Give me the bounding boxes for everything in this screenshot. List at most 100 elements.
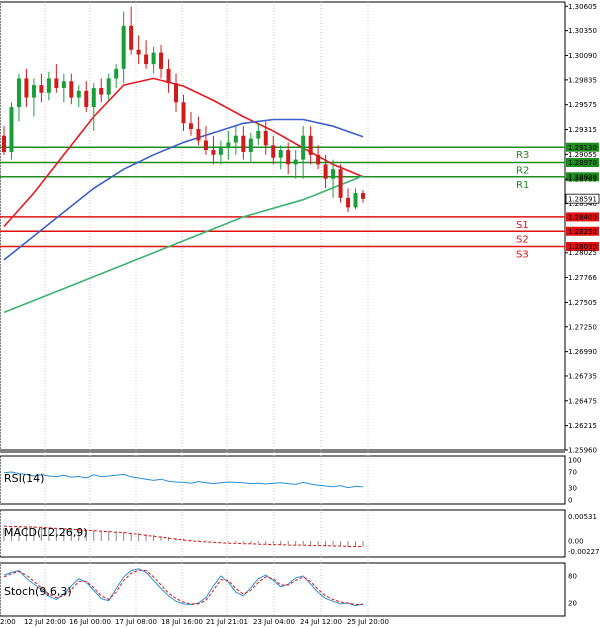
candle-body — [286, 150, 291, 165]
candle-body — [338, 169, 343, 198]
candle-body — [46, 78, 51, 93]
candle-body — [181, 102, 186, 124]
candle-body — [136, 49, 141, 55]
candle-body — [76, 90, 81, 98]
level-price-label-r2: 1.28970 — [568, 159, 597, 167]
time-tick-label: 25 Jul 20:00 — [347, 618, 389, 626]
candle-body — [16, 78, 21, 108]
price-tick-label: 1.30605 — [568, 3, 597, 11]
candle-body — [226, 142, 231, 149]
moving-average-line-3 — [3, 175, 364, 314]
time-tick-label: 24 Jul 12:00 — [300, 618, 342, 626]
level-name-r2: R2 — [516, 165, 529, 176]
level-price-label-s1: 1.28400 — [568, 214, 597, 222]
candle-body — [99, 87, 104, 95]
candle-body — [129, 25, 134, 50]
price-tick-label: 1.30090 — [568, 52, 597, 60]
candle-body — [159, 52, 164, 69]
indicator-tick-label: -0.002275 — [568, 548, 600, 556]
indicator-label-2: MACD(12,26,9) — [4, 526, 88, 539]
indicator-tick-label: 0.00531 — [568, 513, 597, 521]
indicator-label-3: Stoch(9,6,3) — [4, 585, 72, 598]
candle-body — [91, 87, 96, 108]
level-name-s1: S1 — [516, 220, 529, 231]
candle-body — [278, 150, 283, 158]
candle-body — [211, 150, 216, 155]
last-price-label: 1.28591 — [568, 195, 597, 203]
candle-body — [256, 130, 261, 139]
price-tick-label: 1.29835 — [568, 76, 597, 84]
price-tick-label: 1.25960 — [568, 447, 597, 455]
candle-body — [84, 90, 89, 108]
candle-body — [293, 159, 298, 165]
candle-body — [106, 78, 111, 95]
candle-body — [218, 148, 223, 155]
candlesticks — [2, 6, 365, 213]
candle-body — [174, 83, 179, 103]
price-tick-label: 1.26990 — [568, 348, 597, 356]
price-tick-label: 1.28795 — [568, 176, 597, 184]
indicator-tick-label: 20 — [568, 600, 577, 608]
indicator-pane-frame-3 — [0, 562, 566, 617]
main-pane-frame — [0, 1, 566, 451]
time-tick-label: 16 Jul 00:00 — [69, 618, 111, 626]
price-tick-label: 1.26475 — [568, 397, 597, 405]
price-tick-label: 1.26735 — [568, 372, 597, 380]
candle-body — [39, 85, 44, 93]
time-tick-label: 2:00 — [0, 618, 16, 626]
indicator-label-1: RSI(14) — [4, 472, 44, 485]
candle-body — [241, 135, 246, 152]
price-tick-label: 1.28025 — [568, 249, 597, 257]
price-tick-label: 1.26215 — [568, 422, 597, 430]
candle-body — [121, 25, 126, 69]
candle-body — [203, 140, 208, 151]
candle-body — [361, 193, 365, 199]
time-tick-label: 18 Jul 16:00 — [161, 618, 203, 626]
time-tick-label: 23 Jul 04:00 — [253, 618, 295, 626]
indicator-panels: 100 70 30 0 RSI(14) 0.00531 0.00 -0.002275 MACD(… — [3, 457, 600, 608]
candle-body — [188, 123, 193, 130]
candle-body — [323, 164, 328, 179]
forex-chart[interactable]: 1.29130R31.28970R21.28820R11.28400S11.28… — [0, 0, 600, 628]
indicator-tick-label: 0.00 — [568, 537, 584, 545]
candle-body — [31, 85, 36, 98]
indicator-tick-label: 80 — [568, 573, 577, 581]
indicator-tick-label: 0 — [568, 497, 572, 505]
rsi-line — [3, 471, 364, 489]
time-tick-label: 12 Jul 20:00 — [24, 618, 66, 626]
price-tick-label: 1.27250 — [568, 323, 597, 331]
candle-body — [24, 78, 29, 98]
time-tick-label: 17 Jul 08:00 — [115, 618, 157, 626]
price-tick-label: 1.27505 — [568, 299, 597, 307]
level-name-r3: R3 — [516, 150, 529, 161]
time-axis: 2:00 12 Jul 20:00 16 Jul 00:00 17 Jul 08:00… — [0, 618, 389, 626]
candle-body — [233, 135, 238, 143]
candle-body — [69, 81, 74, 98]
candle-body — [9, 107, 14, 152]
candle-body — [263, 130, 268, 146]
grid-lines — [0, 2, 369, 616]
candle-body — [301, 135, 306, 160]
candle-body — [196, 129, 201, 141]
price-tick-label: 1.29055 — [568, 151, 597, 159]
candle-body — [316, 154, 321, 165]
candle-body — [308, 135, 313, 155]
candle-body — [166, 68, 171, 84]
level-name-s3: S3 — [516, 250, 529, 261]
indicator-tick-label: 100 — [568, 457, 581, 465]
price-tick-label: 1.29315 — [568, 126, 597, 134]
candle-body — [248, 138, 253, 152]
last-price-marker: 1.28591 — [565, 193, 600, 204]
candle-body — [2, 135, 6, 152]
candle-body — [61, 81, 66, 88]
candle-body — [54, 78, 59, 88]
candle-body — [271, 145, 276, 158]
time-tick-label: 21 Jul 21:01 — [206, 618, 248, 626]
candle-body — [331, 169, 336, 179]
level-price-label-s2: 1.28250 — [568, 228, 597, 236]
indicator-tick-label: 30 — [568, 485, 577, 493]
level-name-r1: R1 — [516, 180, 529, 191]
price-tick-label: 1.30350 — [568, 27, 597, 35]
candle-body — [151, 52, 156, 65]
candle-body — [114, 68, 119, 79]
